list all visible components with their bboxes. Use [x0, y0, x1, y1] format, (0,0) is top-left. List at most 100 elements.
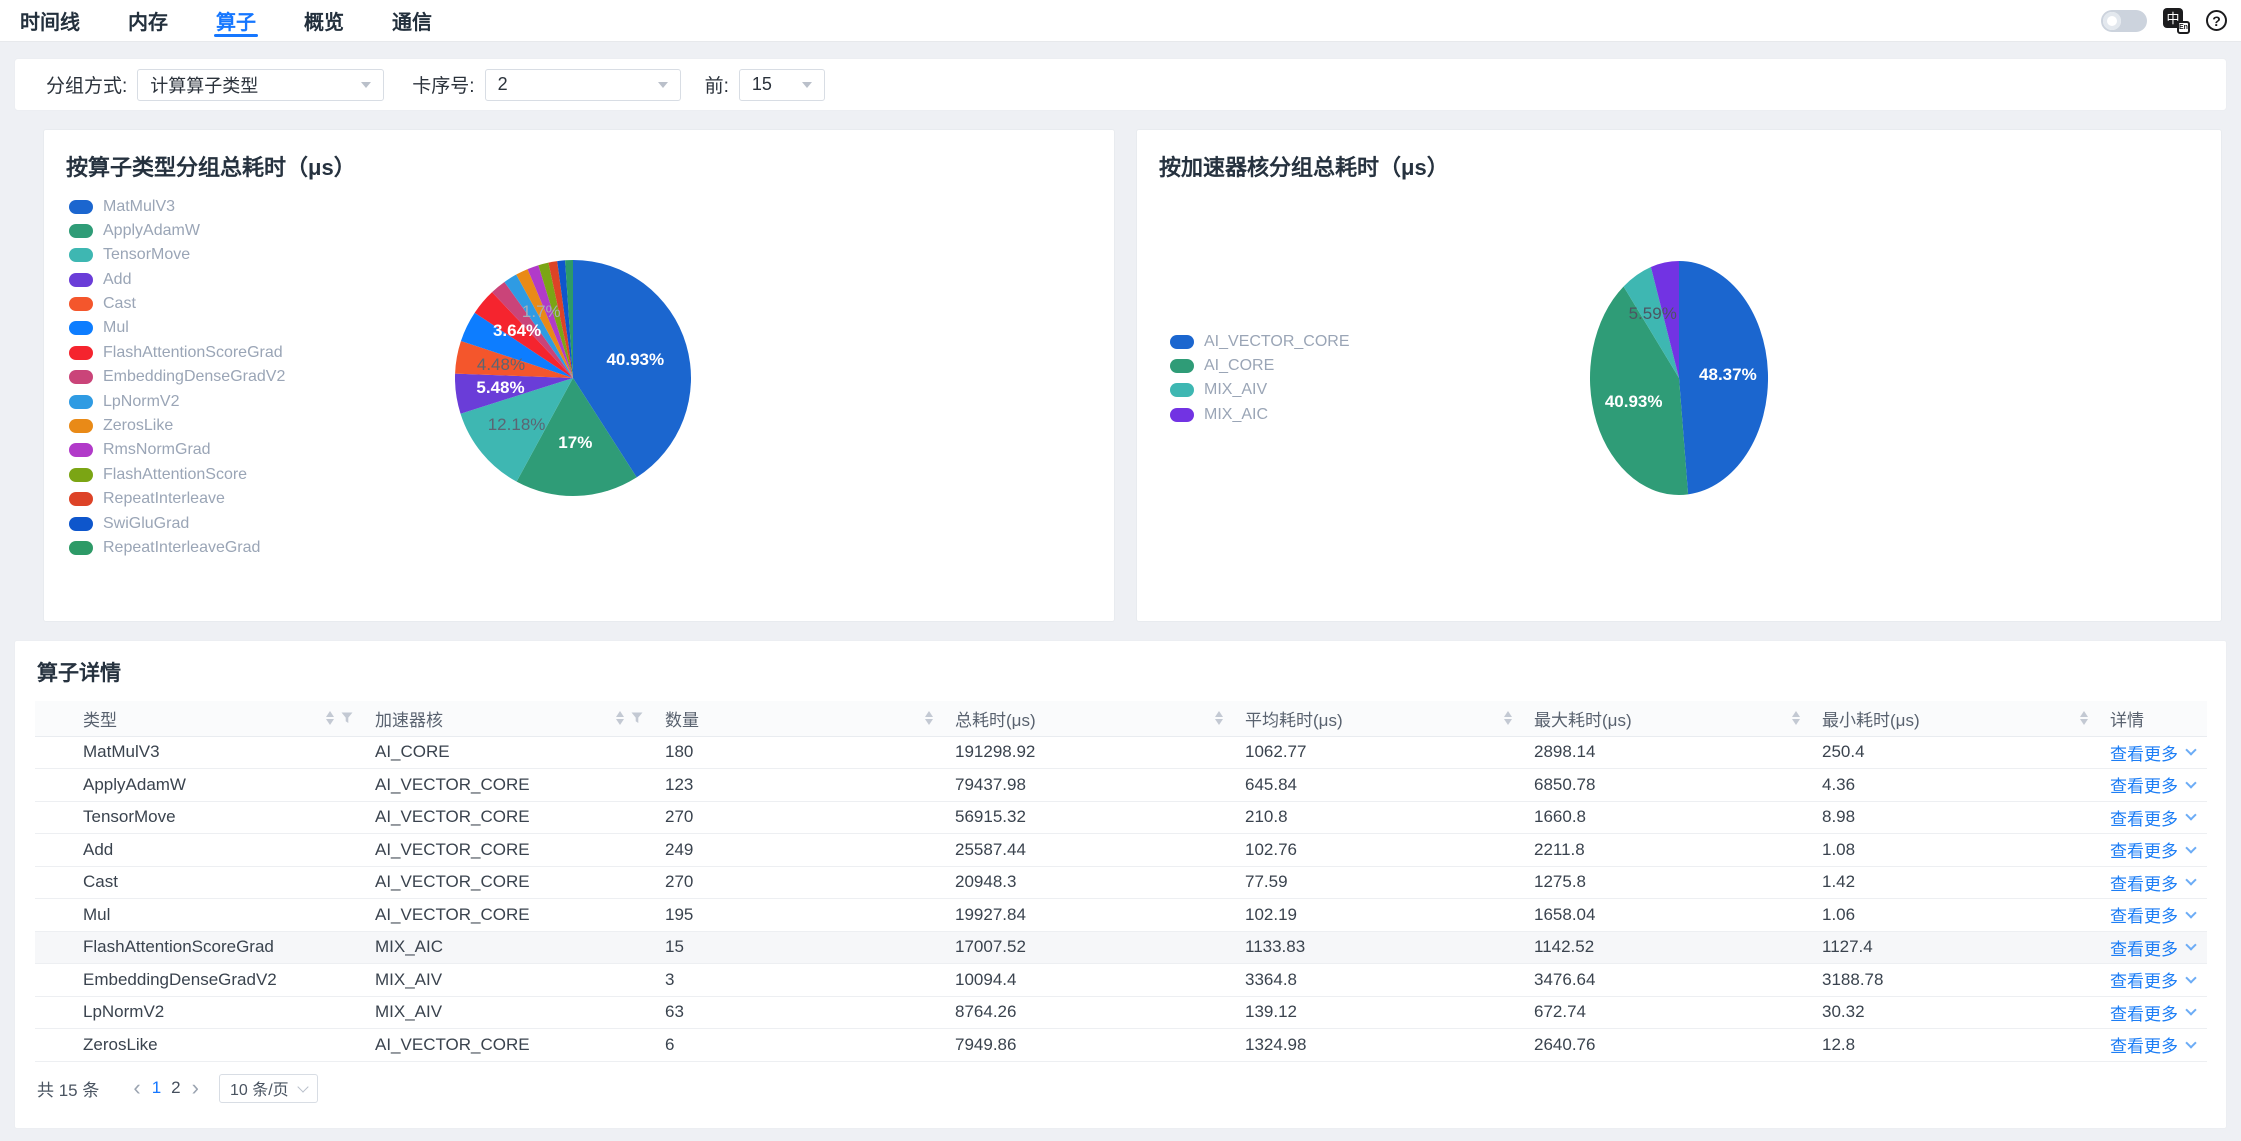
- tab-communication[interactable]: 通信: [392, 0, 432, 41]
- card-index-select[interactable]: 2: [485, 69, 681, 101]
- tab-overview[interactable]: 概览: [304, 0, 344, 41]
- chevron-down-icon: [2185, 940, 2196, 951]
- sort-icon[interactable]: [326, 711, 334, 725]
- sort-icon[interactable]: [925, 711, 933, 725]
- chevron-down-icon: [2185, 907, 2196, 918]
- help-icon[interactable]: ?: [2206, 10, 2227, 31]
- top-n-label: 前:: [705, 71, 729, 98]
- cell-details: 查看更多: [2100, 1029, 2207, 1062]
- top-n-select[interactable]: 15: [739, 69, 825, 101]
- table-row-Cast: CastAI_VECTOR_CORE27020948.377.591275.81…: [35, 866, 2207, 899]
- sort-icon[interactable]: [1504, 711, 1512, 725]
- view-more-link[interactable]: 查看更多: [2110, 837, 2195, 862]
- cell-max: 1275.8: [1524, 866, 1812, 899]
- tab-memory[interactable]: 内存: [128, 0, 168, 41]
- sort-caret-up-icon: [1215, 711, 1223, 717]
- page-size-value: 10 条/页: [230, 1076, 289, 1100]
- cell-type: ZerosLike: [35, 1029, 365, 1062]
- cell-core: AI_VECTOR_CORE: [365, 866, 655, 899]
- view-more-link[interactable]: 查看更多: [2110, 1032, 2195, 1057]
- column-header-平均耗时(μs)[interactable]: 平均耗时(μs): [1235, 701, 1524, 736]
- cell-count: 270: [655, 801, 945, 834]
- chevron-down-icon: [2185, 810, 2196, 821]
- cell-min: 12.8: [1812, 1029, 2100, 1062]
- table-row-TensorMove: TensorMoveAI_VECTOR_CORE27056915.32210.8…: [35, 801, 2207, 834]
- column-header-总耗时(μs)[interactable]: 总耗时(μs): [945, 701, 1235, 736]
- view-more-link[interactable]: 查看更多: [2110, 967, 2195, 992]
- sort-caret-up-icon: [925, 711, 933, 717]
- view-more-label: 查看更多: [2110, 967, 2178, 992]
- view-more-link[interactable]: 查看更多: [2110, 805, 2195, 830]
- filter-funnel-icon[interactable]: [341, 712, 353, 724]
- column-header-最小耗时(μs)[interactable]: 最小耗时(μs): [1812, 701, 2100, 736]
- cell-type: LpNormV2: [35, 996, 365, 1029]
- pagination-prev-icon[interactable]: ‹: [127, 1077, 146, 1099]
- cell-min: 1127.4: [1812, 931, 2100, 964]
- operator-details-table: 类型加速器核数量 总耗时(μs)平均耗时(μs) 最大耗时(μs) 最小耗时(μs) 详…: [35, 701, 2207, 1062]
- chevron-down-icon: [2185, 972, 2196, 983]
- chevron-down-icon: [2185, 842, 2196, 853]
- tab-timeline[interactable]: 时间线: [20, 0, 80, 41]
- chart-card-operator-type: 按算子类型分组总耗时（μs） MatMulV3ApplyAdamWTensorM…: [43, 129, 1115, 622]
- view-more-link[interactable]: 查看更多: [2110, 772, 2195, 797]
- cell-max: 2898.14: [1524, 736, 1812, 769]
- cell-type: Cast: [35, 866, 365, 899]
- chevron-down-icon: [658, 82, 668, 88]
- cell-total: 20948.3: [945, 866, 1235, 899]
- filter-funnel-icon[interactable]: [631, 712, 643, 724]
- cell-core: AI_VECTOR_CORE: [365, 801, 655, 834]
- view-more-label: 查看更多: [2110, 1000, 2178, 1025]
- column-label: 数量: [665, 706, 699, 731]
- view-more-link[interactable]: 查看更多: [2110, 870, 2195, 895]
- column-label: 最小耗时(μs): [1822, 706, 1920, 731]
- theme-toggle[interactable]: [2101, 10, 2147, 32]
- view-more-label: 查看更多: [2110, 935, 2178, 960]
- cell-min: 8.98: [1812, 801, 2100, 834]
- column-header-加速器核[interactable]: 加速器核: [365, 701, 655, 736]
- cell-details: 查看更多: [2100, 866, 2207, 899]
- column-header-类型[interactable]: 类型: [35, 701, 365, 736]
- cell-max: 2211.8: [1524, 834, 1812, 867]
- cell-max: 3476.64: [1524, 964, 1812, 997]
- group-by-label: 分组方式:: [46, 71, 127, 98]
- column-label: 详情: [2110, 706, 2144, 731]
- cell-avg: 210.8: [1235, 801, 1524, 834]
- pie-chart-operator-type: [44, 130, 1114, 621]
- tab-operator[interactable]: 算子: [216, 0, 256, 41]
- cell-avg: 1324.98: [1235, 1029, 1524, 1062]
- sort-icon[interactable]: [2080, 711, 2088, 725]
- pagination-page-1[interactable]: 1: [152, 1078, 161, 1097]
- pie-chart-accelerator-core: [1137, 130, 2221, 621]
- page-size-select[interactable]: 10 条/页: [219, 1074, 318, 1103]
- chart-card-accelerator-core: 按加速器核分组总耗时（μs） AI_VECTOR_COREAI_COREMIX_…: [1136, 129, 2222, 622]
- column-header-最大耗时(μs)[interactable]: 最大耗时(μs): [1524, 701, 1812, 736]
- cell-details: 查看更多: [2100, 996, 2207, 1029]
- pagination-page-2[interactable]: 2: [171, 1078, 180, 1097]
- pie-label-ZerosLike: 1.7%: [522, 302, 561, 322]
- view-more-link[interactable]: 查看更多: [2110, 902, 2195, 927]
- pagination-next-icon[interactable]: ›: [186, 1077, 205, 1099]
- sort-caret-down-icon: [616, 719, 624, 725]
- group-by-select[interactable]: 计算算子类型: [137, 69, 384, 101]
- pie-label-MatMulV3: 40.93%: [606, 350, 664, 370]
- table-row-MatMulV3: MatMulV3AI_CORE180191298.921062.772898.1…: [35, 736, 2207, 769]
- nav-tabs: 时间线 内存 算子 概览 通信: [0, 0, 480, 41]
- view-more-link[interactable]: 查看更多: [2110, 740, 2195, 765]
- sort-icon[interactable]: [1215, 711, 1223, 725]
- sort-icon[interactable]: [616, 711, 624, 725]
- sort-caret-down-icon: [1215, 719, 1223, 725]
- language-switch-icon[interactable]: 中 En: [2163, 8, 2190, 34]
- column-header-数量[interactable]: 数量: [655, 701, 945, 736]
- pie-label-MIX_AIV: 5.59%: [1629, 304, 1677, 324]
- topbar-actions: 中 En ?: [2101, 8, 2241, 34]
- view-more-link[interactable]: 查看更多: [2110, 935, 2195, 960]
- cell-core: AI_VECTOR_CORE: [365, 1029, 655, 1062]
- view-more-link[interactable]: 查看更多: [2110, 1000, 2195, 1025]
- cell-details: 查看更多: [2100, 801, 2207, 834]
- pie-label-ApplyAdamW: 17%: [558, 433, 592, 453]
- sort-icon[interactable]: [1792, 711, 1800, 725]
- sort-caret-up-icon: [2080, 711, 2088, 717]
- cell-count: 123: [655, 769, 945, 802]
- cell-type: Add: [35, 834, 365, 867]
- column-label: 最大耗时(μs): [1534, 706, 1632, 731]
